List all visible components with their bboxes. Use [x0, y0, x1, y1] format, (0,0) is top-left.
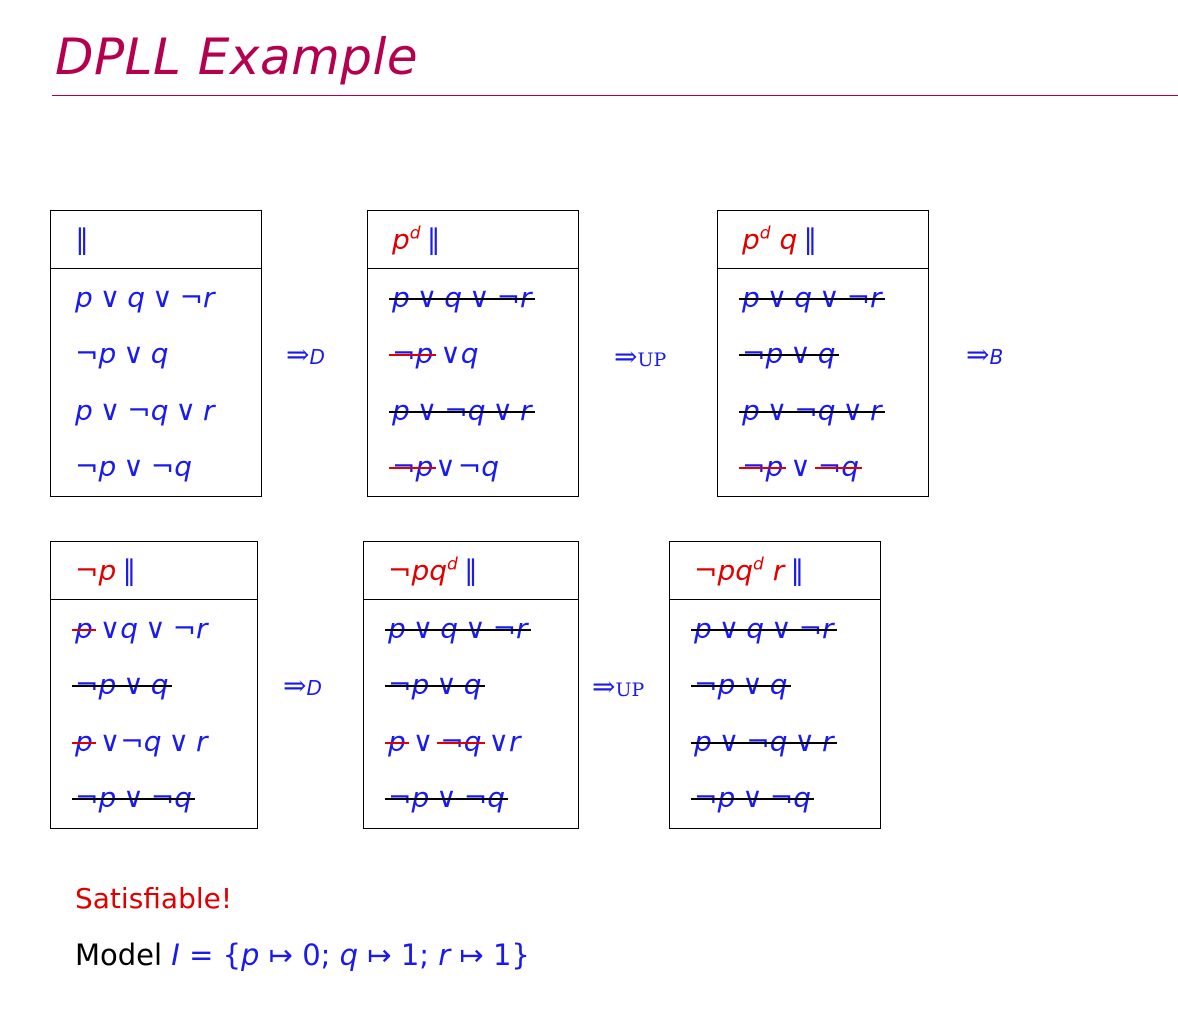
clause-2: ¬p∨q: [385, 668, 485, 702]
clause-4: ¬p∨¬q: [738, 450, 863, 484]
trail: ¬p ∥: [51, 542, 257, 600]
trail: ∥: [51, 211, 261, 269]
model-line: Model I = {p ↦ 0; q ↦ 1; r ↦ 1}: [75, 938, 530, 972]
clause-1: p∨q∨¬r: [385, 611, 531, 645]
clause-3: p∨¬q∨r: [385, 724, 521, 758]
clause-3: p∨¬q∨r: [72, 724, 208, 758]
dpll-state-5: ¬pqd ∥ p ∨ q ∨ ¬r ¬p ∨ q p ∨ ¬q ∨ r ¬p ∨ ¬q: [363, 541, 579, 829]
clause-1: p∨q∨¬r: [75, 280, 215, 314]
slide-title: DPLL Example: [55, 28, 419, 86]
trail: pd q ∥: [718, 211, 928, 269]
clause-2: ¬p∨q: [691, 668, 791, 702]
clause-4: ¬p∨¬q: [75, 450, 192, 484]
dpll-state-6: ¬pqd r ∥ p ∨ q ∨ ¬r ¬p ∨ q p ∨ ¬q ∨ r ¬p ∨ ¬q: [669, 541, 881, 829]
clause-3: p∨¬q∨r: [75, 393, 215, 427]
trail: ¬pqd ∥: [364, 542, 578, 600]
clause-4: ¬p∨¬q: [691, 781, 814, 815]
clause-2: ¬p∨q: [739, 337, 839, 371]
dpll-state-4: ¬p ∥ p ∨ q ∨ ¬ r ¬p ∨ q p ∨ ¬ q ∨ r ¬p ∨ ¬q: [50, 541, 258, 829]
model-expr: I = {p ↦ 0; q ↦ 1; r ↦ 1}: [171, 938, 530, 972]
arrow-unit-propagate: ⇒UP: [614, 340, 667, 373]
arrow-unit-propagate-2: ⇒UP: [592, 670, 645, 703]
result-status: Satisfiable!: [75, 882, 233, 915]
dpll-state-2: pd ∥ p ∨ q ∨ ¬r ¬p ∨ q p ∨ ¬q ∨ r ¬p ∨ ¬ q: [367, 210, 579, 497]
clause-2: ¬p∨q: [388, 337, 479, 371]
dpll-state-1: ∥ p ∨ q ∨ ¬ r ¬ p ∨ q p ∨ ¬ q ∨ r ¬ p ∨ ¬ q: [50, 210, 262, 497]
clause-2: ¬p∨q: [75, 337, 169, 371]
clause-1: p∨q∨¬r: [739, 280, 885, 314]
clause-1: p∨q∨¬r: [691, 611, 837, 645]
clause-1: p∨q∨¬r: [389, 280, 535, 314]
clause-3: p∨¬q∨r: [389, 393, 535, 427]
dpll-state-3: pd q ∥ p ∨ q ∨ ¬r ¬p ∨ q p ∨ ¬q ∨ r ¬p ∨ ¬q: [717, 210, 929, 497]
clause-3: p∨¬q∨r: [739, 393, 885, 427]
arrow-backtrack: ⇒B: [966, 338, 1004, 371]
clause-4: ¬p∨¬q: [72, 781, 195, 815]
clause-2: ¬p∨q: [72, 668, 172, 702]
clause-1: p∨q∨¬r: [72, 611, 208, 645]
clause-4: ¬p∨¬q: [385, 781, 508, 815]
trail: pd ∥: [368, 211, 578, 269]
model-label: Model: [75, 938, 163, 972]
clause-3: p∨¬q∨r: [691, 724, 837, 758]
title-rule: [52, 95, 1178, 96]
clause-4: ¬p∨¬q: [388, 450, 499, 484]
arrow-decide-2: ⇒D: [283, 669, 322, 702]
trail: ¬pqd r ∥: [670, 542, 880, 600]
arrow-decide: ⇒D: [286, 338, 325, 371]
trail-text: ∥: [75, 223, 89, 256]
